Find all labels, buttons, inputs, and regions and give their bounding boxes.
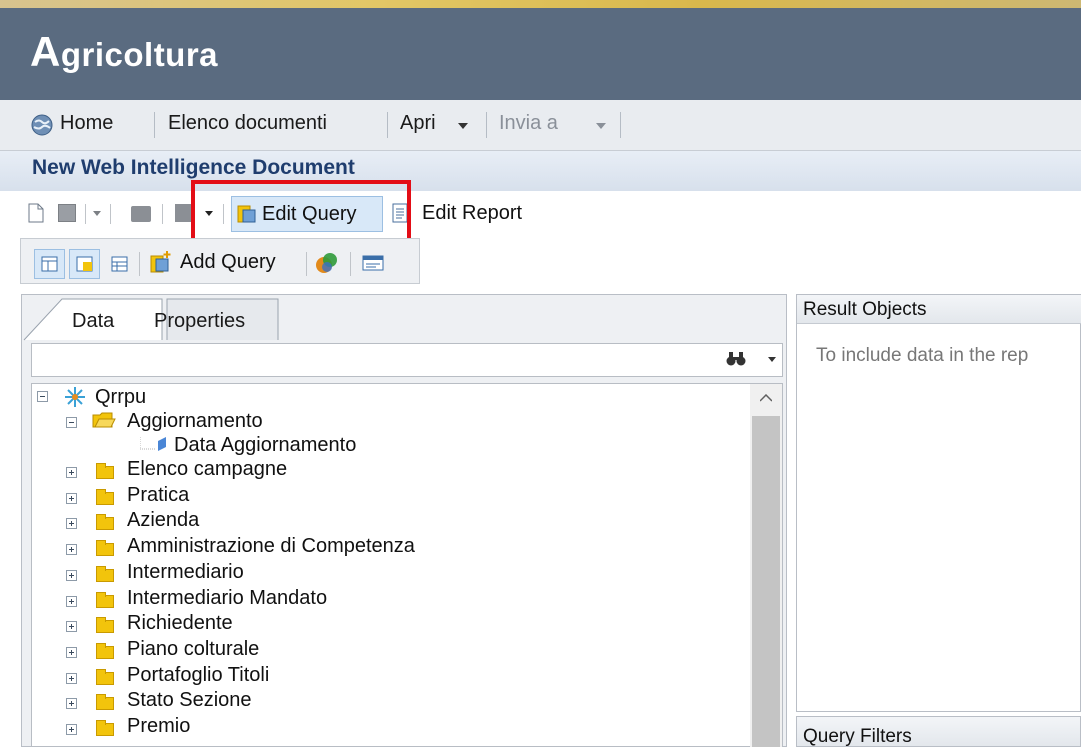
expand-toggle[interactable] [66,724,77,735]
chevron-down-icon[interactable] [596,122,606,130]
folder-icon [96,669,114,685]
print-icon[interactable] [131,206,151,222]
chevron-down-icon[interactable] [458,122,468,130]
tree-folder-item[interactable]: Premio [127,715,190,739]
expand-toggle[interactable] [66,570,77,581]
layout-grid-icon[interactable] [111,256,129,273]
document-title: New Web Intelligence Document [32,156,355,179]
folder-icon [96,643,114,659]
sql-view-icon[interactable] [362,255,384,271]
new-document-icon[interactable] [28,203,44,223]
toolbar-separator [306,252,307,276]
toolbar-separator [350,252,351,276]
toolbar-separator [139,252,140,276]
app-title-initial: A [30,28,61,75]
universe-icon [65,387,85,407]
toolbar-separator [85,204,86,224]
add-query-icon[interactable] [149,250,173,274]
expand-toggle[interactable] [66,673,77,684]
tree-folder-item[interactable]: Portafoglio Titoli [127,664,269,688]
folder-icon [96,720,114,736]
tree-folder-item[interactable]: Richiedente [127,612,233,636]
folder-icon [96,617,114,633]
tree-folder-aggiornamento[interactable]: Aggiornamento [127,410,263,434]
scrollbar-thumb[interactable] [752,416,780,747]
expand-toggle[interactable] [66,621,77,632]
result-objects-title: Result Objects [803,299,927,320]
folder-icon [96,694,114,710]
nav-elenco-documenti-link[interactable]: Elenco documenti [168,112,327,135]
toolbar-separator [110,204,111,224]
folder-icon [96,566,114,582]
chevron-down-icon[interactable] [93,210,101,218]
folder-icon [96,514,114,530]
tree-folder-item[interactable]: Amministrazione di Competenza [127,535,415,559]
folder-icon [96,463,114,479]
expand-toggle[interactable] [66,647,77,658]
expand-toggle[interactable] [66,596,77,607]
tab-data[interactable]: Data [72,310,114,333]
nav-separator [154,112,155,138]
tree-scrollbar[interactable] [750,384,782,747]
tree-object-data-aggiornamento[interactable]: Data Aggiornamento [174,434,356,458]
tree-folder-item[interactable]: Azienda [127,509,199,533]
expand-toggle[interactable] [66,698,77,709]
save-icon[interactable] [58,204,76,222]
view-toggle-button[interactable] [34,249,65,279]
collapse-toggle[interactable] [66,417,77,428]
result-objects-hint: To include data in the rep [816,345,1029,366]
tree-folder-item[interactable]: Piano colturale [127,638,259,662]
tree-folder-item[interactable]: Pratica [127,484,189,508]
tab-properties[interactable]: Properties [154,310,245,333]
nav-home-link[interactable]: Home [60,112,113,135]
search-input[interactable] [31,343,783,377]
nav-apri-menu[interactable]: Apri [400,112,436,135]
tree-folder-item[interactable]: Intermediario Mandato [127,587,327,611]
tree-folder-item[interactable]: Elenco campagne [127,458,287,482]
toolbar-separator [162,204,163,224]
tree-folder-item[interactable]: Stato Sezione [127,689,252,713]
nav-separator [620,112,621,138]
expand-toggle[interactable] [66,544,77,555]
folder-icon [96,592,114,608]
layout-highlight-icon [76,256,93,272]
combined-query-icon[interactable] [315,251,339,275]
banner-accent-line [0,0,1081,8]
open-folder-icon [92,412,116,428]
binoculars-icon[interactable] [726,350,746,368]
view-toggle-button[interactable] [69,249,100,279]
tree-root-label[interactable]: Qrrpu [95,386,146,410]
scroll-up-icon[interactable] [760,394,772,402]
dimension-object-icon [158,437,166,451]
nav-bar: Home Elenco documenti Apri Invia a [0,100,1081,151]
chevron-down-icon[interactable] [768,357,776,363]
folder-icon [96,489,114,505]
nav-separator [387,112,388,138]
expand-toggle[interactable] [66,493,77,504]
nav-separator [486,112,487,138]
tree-folder-item[interactable]: Intermediario [127,561,244,585]
edit-report-button[interactable]: Edit Report [422,202,522,225]
app-title: Agricoltura [30,28,218,76]
collapse-toggle[interactable] [37,391,48,402]
add-query-button[interactable]: Add Query [180,251,276,274]
nav-invia-menu[interactable]: Invia a [499,112,558,135]
expand-toggle[interactable] [66,518,77,529]
home-globe-icon[interactable] [30,113,54,137]
layout-panel-icon [41,256,58,272]
app-banner: Agricoltura [0,0,1081,100]
app-title-rest: gricoltura [60,36,219,73]
folder-icon [96,540,114,556]
query-filters-title: Query Filters [803,726,912,747]
expand-toggle[interactable] [66,467,77,478]
